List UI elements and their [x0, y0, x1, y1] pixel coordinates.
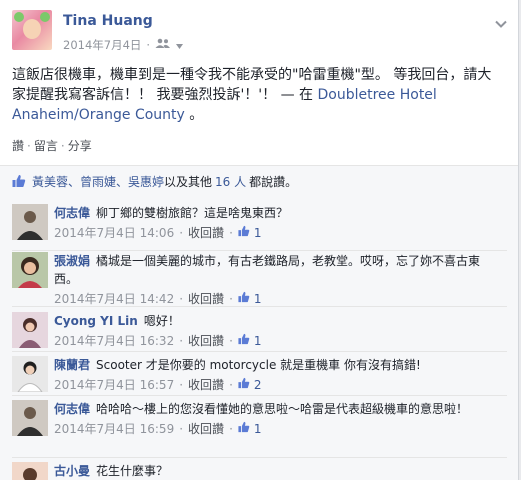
commenter-avatar[interactable]	[12, 204, 48, 240]
likes-summary: 黃美蓉、曾雨婕、吳惠婷以及其他 16 人都說讚。	[0, 165, 518, 197]
commenter-name[interactable]: 何志偉	[54, 402, 90, 416]
comment-body: 何志偉 柳丁鄉的雙樹旅館？這是啥鬼東西？ 2014年7月4日 14:06 · 收回讚 ·…	[54, 204, 502, 242]
comment-date[interactable]: 2014年7月4日 14:06	[54, 224, 174, 242]
comment-item: 何志偉 哈哈哈～樓上的您沒看懂她的意思啦～哈雷是代表超級機車的意思啦！ 2014年…	[12, 400, 507, 456]
comment-date[interactable]: 2014年7月4日 16:32	[54, 332, 174, 350]
meta-dot: ·	[229, 334, 233, 348]
audience-dropdown-icon[interactable]	[176, 38, 184, 52]
share-button[interactable]: 分享	[68, 139, 92, 153]
divider	[12, 395, 507, 396]
comment-text: 哈哈哈～樓上的您沒看懂她的意思啦～哈雷是代表超級機車的意思啦！	[96, 402, 469, 416]
thumbs-up-icon	[238, 332, 250, 350]
unlike-button[interactable]: 收回讚	[188, 224, 224, 242]
comment-like-count[interactable]: 1	[254, 420, 262, 438]
comment-like-count[interactable]: 2	[254, 376, 262, 394]
post-actions: 讚 · 留言 · 分享	[12, 137, 92, 154]
avatar-decoration	[40, 12, 50, 22]
comments-list: 何志偉 柳丁鄉的雙樹旅館？這是啥鬼東西？ 2014年7月4日 14:06 · 收回讚 ·…	[0, 196, 518, 480]
comment-item: 古小曼 花生什麼事？	[12, 462, 507, 480]
post-header: Tina Huang 2014年7月4日 ·	[12, 10, 507, 54]
comment-like-count[interactable]: 1	[254, 224, 262, 242]
commenter-avatar[interactable]	[12, 252, 48, 288]
comment-text: 橘城是一個美麗的城市，有古老鐵路局，老教堂。哎呀，忘了妳不喜古東西。	[54, 254, 481, 286]
divider	[12, 457, 507, 458]
comment-meta: 2014年7月4日 16:57 · 收回讚 · 2	[54, 376, 502, 394]
comment-body: 陳蘭君 Scooter 才是你要的 motorcycle 就是重機車 你有沒有搞錯…	[54, 356, 502, 394]
post-meta: 2014年7月4日 ·	[63, 37, 184, 53]
meta-dot: ·	[179, 422, 184, 436]
author-name[interactable]: Tina Huang	[63, 13, 153, 29]
thumbs-up-icon	[238, 224, 250, 242]
divider	[12, 351, 507, 352]
comment-text: 柳丁鄉的雙樹旅館？這是啥鬼東西？	[96, 206, 289, 220]
meta-dot: ·	[229, 422, 233, 436]
comment-date[interactable]: 2014年7月4日 16:59	[54, 420, 174, 438]
meta-dot: ·	[146, 38, 151, 52]
commenter-name[interactable]: 陳蘭君	[54, 358, 90, 372]
thumbs-up-icon	[12, 173, 26, 192]
comment-item: 陳蘭君 Scooter 才是你要的 motorcycle 就是重機車 你有沒有搞錯…	[12, 356, 507, 392]
unlike-button[interactable]: 收回讚	[188, 376, 224, 394]
post-date[interactable]: 2014年7月4日	[63, 37, 141, 53]
thumbs-up-icon	[238, 376, 250, 394]
commenter-name[interactable]: 何志偉	[54, 206, 90, 220]
like-button[interactable]: 讚	[12, 139, 24, 153]
friends-icon[interactable]	[155, 38, 171, 52]
commenter-avatar[interactable]	[12, 400, 48, 436]
action-sep: ·	[27, 139, 31, 153]
unlike-button[interactable]: 收回讚	[188, 420, 224, 438]
commenter-name[interactable]: 張淑娟	[54, 254, 90, 268]
comment-item: 何志偉 柳丁鄉的雙樹旅館？這是啥鬼東西？ 2014年7月4日 14:06 · 收回讚 ·…	[12, 204, 507, 244]
commenter-avatar[interactable]	[12, 356, 48, 392]
comment-item: Cyong YI Lin 嗯好！ 2014年7月4日 16:32 · 收回讚 · 1	[12, 312, 507, 348]
comment-meta: 2014年7月4日 16:32 · 收回讚 · 1	[54, 332, 502, 350]
comment-body: 何志偉 哈哈哈～樓上的您沒看懂她的意思啦～哈雷是代表超級機車的意思啦！ 2014年…	[54, 400, 502, 438]
likers-names[interactable]: 黃美蓉、曾雨婕、吳惠婷	[32, 175, 164, 189]
thumbs-up-icon	[238, 420, 250, 438]
commenter-avatar[interactable]	[12, 312, 48, 348]
comment-text: 嗯好！	[143, 314, 180, 328]
comment-body: Cyong YI Lin 嗯好！ 2014年7月4日 16:32 · 收回讚 · 1	[54, 312, 502, 350]
divider	[12, 250, 507, 251]
meta-dot: ·	[179, 226, 184, 240]
comment-item: 張淑娟 橘城是一個美麗的城市，有古老鐵路局，老教堂。哎呀，忘了妳不喜古東西。 20…	[12, 252, 507, 308]
comment-text: Scooter 才是你要的 motorcycle 就是重機車 你有沒有搞錯!	[96, 358, 421, 372]
post-text-end: 。	[184, 107, 204, 123]
meta-dot: ·	[179, 334, 184, 348]
likes-suffix: 都說讚。	[249, 175, 298, 189]
action-sep: ·	[60, 139, 65, 153]
meta-dot: ·	[229, 226, 233, 240]
unlike-button[interactable]: 收回讚	[188, 332, 224, 350]
comment-text: 花生什麼事？	[96, 464, 169, 478]
divider	[12, 306, 507, 307]
likers-others[interactable]: 16 人	[215, 175, 246, 189]
comment-date[interactable]: 2014年7月4日 16:57	[54, 376, 174, 394]
author-avatar[interactable]	[12, 10, 52, 50]
commenter-name[interactable]: Cyong YI Lin	[54, 314, 138, 328]
post-body: 這飯店很機車，機車到是一種令我不能承受的"哈雷重機"型。 等我回台，請大家提醒我…	[12, 65, 502, 125]
avatar-decoration	[14, 12, 24, 22]
meta-dot: ·	[229, 378, 233, 392]
comment-button[interactable]: 留言	[34, 139, 58, 153]
comment-body: 張淑娟 橘城是一個美麗的城市，有古老鐵路局，老教堂。哎呀，忘了妳不喜古東西。 20…	[54, 252, 502, 308]
comment-like-count[interactable]: 1	[254, 332, 262, 350]
comment-body: 古小曼 花生什麼事？	[54, 462, 502, 480]
post-card: Tina Huang 2014年7月4日 · 這飯店很機車，機車到是一種令我不能…	[0, 0, 519, 480]
comment-meta: 2014年7月4日 16:59 · 收回讚 · 1	[54, 420, 502, 438]
likes-text: 黃美蓉、曾雨婕、吳惠婷以及其他 16 人都說讚。	[32, 173, 297, 190]
commenter-avatar[interactable]	[12, 462, 48, 480]
meta-dot: ·	[179, 378, 184, 392]
avatar-face	[23, 19, 41, 39]
commenter-name[interactable]: 古小曼	[54, 464, 90, 478]
chevron-down-icon[interactable]	[495, 14, 507, 28]
likes-connector: 以及其他	[164, 175, 213, 189]
comment-meta: 2014年7月4日 14:06 · 收回讚 · 1	[54, 224, 502, 242]
